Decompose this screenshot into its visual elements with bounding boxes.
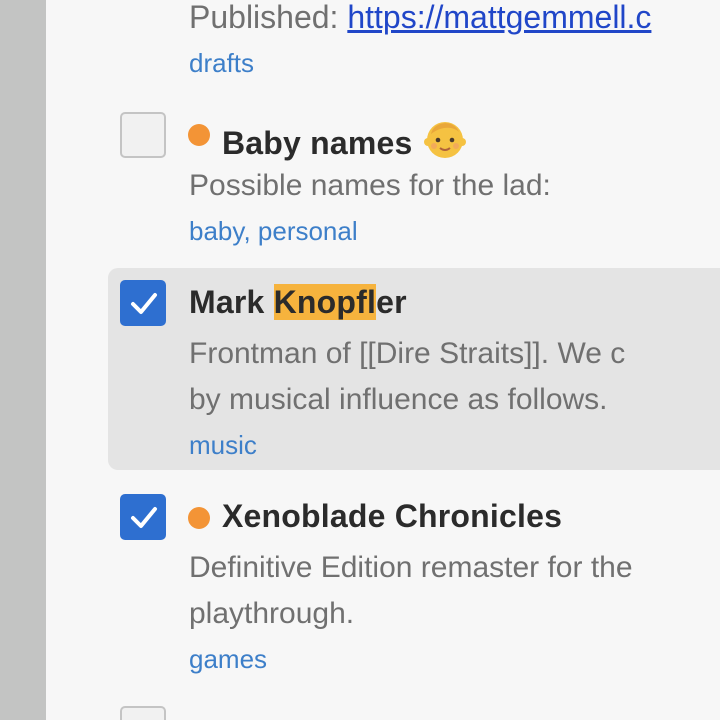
checkmark-icon — [131, 293, 157, 314]
note-preview-line2: playthrough. — [189, 597, 355, 630]
notes-list[interactable]: Published: https://mattgemmell.c drafts … — [46, 0, 720, 720]
note-title[interactable]: Mark Knopfler — [189, 284, 407, 321]
note-title[interactable]: Baby names — [222, 116, 467, 168]
note-preview-line1: Frontman of [[Dire Straits]]. We c — [189, 337, 626, 370]
note-published-line: Published: https://mattgemmell.c — [189, 0, 651, 40]
search-highlight: Knopfl — [273, 284, 377, 320]
note-title-text: Baby names — [222, 125, 413, 161]
note-preview: Possible names for the lad: — [189, 169, 551, 202]
note-preview-line2: by musical influence as follows. — [189, 383, 608, 416]
status-dot — [188, 124, 210, 146]
note-tags[interactable]: drafts — [189, 48, 254, 79]
published-prefix: Published: — [189, 0, 348, 35]
baby-face-icon — [423, 116, 467, 168]
note-title[interactable]: Xenoblade Chronicles — [222, 498, 562, 535]
note-tags[interactable]: games — [189, 644, 267, 675]
checkmark-icon — [131, 507, 157, 528]
note-checkbox-next[interactable] — [120, 706, 166, 720]
note-checkbox-baby-names[interactable] — [120, 112, 166, 158]
note-checkbox-mark-knopfler[interactable] — [120, 280, 166, 326]
left-gutter — [0, 0, 46, 720]
note-tags[interactable]: baby, personal — [189, 216, 358, 247]
note-tags[interactable]: music — [189, 430, 257, 461]
note-checkbox-xenoblade[interactable] — [120, 494, 166, 540]
note-preview-line1: Definitive Edition remaster for the — [189, 551, 633, 584]
status-dot — [188, 507, 210, 529]
published-link[interactable]: https://mattgemmell.c — [347, 0, 651, 35]
note-title-text-end: er — [376, 284, 407, 320]
note-title-text: Mark — [189, 284, 274, 320]
